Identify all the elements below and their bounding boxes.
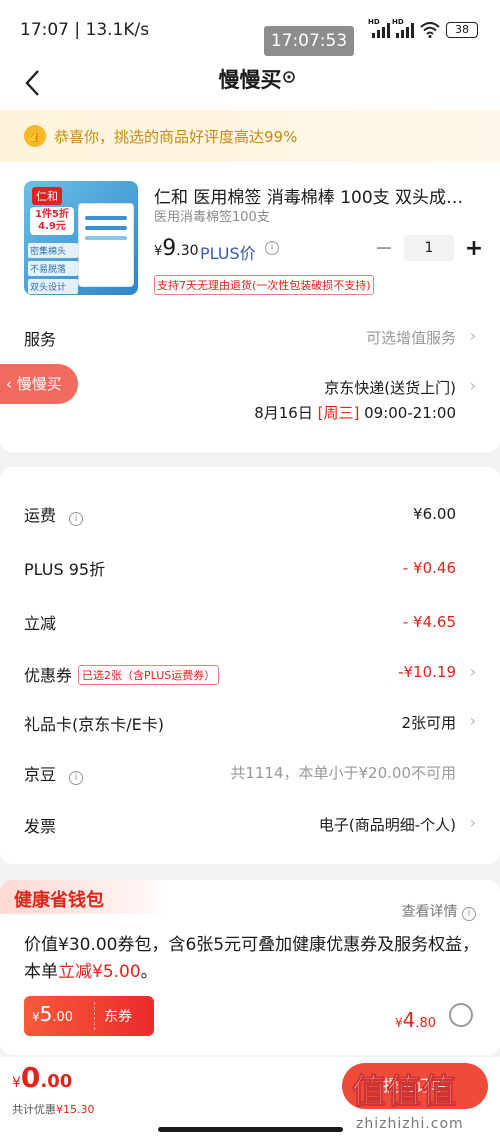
signal-icon: HD xyxy=(368,18,390,38)
order-total: ¥0.00 xyxy=(12,1061,73,1094)
coupon-tag: 已选2张（含PLUS运费券） xyxy=(78,665,220,685)
plus-discount-value: - ¥0.46 xyxy=(402,559,456,577)
nav-bar: 慢慢买 xyxy=(0,58,500,110)
service-label: 服务 xyxy=(24,330,57,349)
product-image-promo: 1件5折 4.9元 xyxy=(30,207,74,235)
wifi-icon xyxy=(420,22,440,38)
chevron-left-icon: ‹ xyxy=(6,375,12,393)
info-icon[interactable]: i xyxy=(265,241,279,255)
wallet-voucher: ¥5.00 东券 xyxy=(24,996,154,1036)
voucher-label: 东券 xyxy=(104,1009,132,1025)
product-box-graphic xyxy=(78,203,134,287)
wallet-price: ¥4.80 xyxy=(394,1008,436,1032)
battery-icon: 38 xyxy=(446,22,478,38)
product-price: ¥9.30 xyxy=(154,236,199,261)
wallet-detail-link[interactable]: 查看详情 i xyxy=(402,901,476,921)
gift-card-value[interactable]: 2张可用 xyxy=(401,712,456,733)
invoice-label: 发票 xyxy=(24,817,57,836)
quantity-stepper: − 1 + xyxy=(372,235,486,261)
jingdou-value: 共1114，本单小于¥20.00不可用 xyxy=(230,764,456,782)
plus-price-label: PLUS价 xyxy=(200,244,256,263)
product-name[interactable]: 仁和 医用棉签 消毒棉棒 100支 双头成人… xyxy=(154,183,474,208)
floating-manmanmai-tab[interactable]: ‹ 慢慢买 xyxy=(0,364,78,404)
service-value[interactable]: 可选增值服务 xyxy=(366,327,456,348)
chevron-right-icon[interactable]: › xyxy=(470,662,476,681)
wallet-description: 价值¥30.00券包，含6张5元可叠加健康优惠券及服务权益，本单立减¥5.00。 xyxy=(24,935,480,982)
info-icon: i xyxy=(462,907,476,921)
info-icon[interactable]: i xyxy=(69,512,84,526)
product-image-tags: 密集棉头 不易脱落 双头设计 xyxy=(28,243,78,295)
instant-cut-value: - ¥4.65 xyxy=(402,613,456,631)
invoice-value[interactable]: 电子(商品明细-个人) xyxy=(319,814,456,835)
coupon-value[interactable]: -¥10.19 xyxy=(398,663,456,681)
decrement-button[interactable]: − xyxy=(372,236,396,261)
return-policy-tag: 支持7天无理由退货(一次性包装破损不支持) xyxy=(154,275,374,295)
product-image-brand: 仁和 xyxy=(32,187,62,205)
chevron-right-icon[interactable]: › xyxy=(470,376,476,395)
chevron-right-icon[interactable]: › xyxy=(470,711,476,730)
delivery-time[interactable]: 8月16日 [周三] 09:00-21:00 xyxy=(254,402,456,423)
shipping-label: 运费 i xyxy=(24,502,84,526)
rating-banner: 👍 恭喜你，挑选的商品好评度高达99% xyxy=(0,110,500,162)
wallet-select-radio[interactable] xyxy=(449,1003,473,1027)
thumbs-up-icon: 👍 xyxy=(24,125,46,147)
watermark-logo: 值值值 xyxy=(352,1072,457,1113)
delivery-value[interactable]: 京东快递(送货上门) xyxy=(324,377,456,398)
fee-card: 运费 i ¥6.00 PLUS 95折 - ¥0.46 立减 - ¥4.65 优… xyxy=(0,467,500,864)
home-indicator[interactable] xyxy=(158,1127,343,1132)
product-spec: 医用消毒棉签100支 xyxy=(154,210,270,225)
increment-button[interactable]: + xyxy=(462,236,486,261)
clock-overlay: 17:07:53 xyxy=(264,26,354,56)
product-image[interactable]: 仁和 1件5折 4.9元 密集棉头 不易脱落 双头设计 xyxy=(24,181,138,295)
gift-card-label: 礼品卡(京东卡/E卡) xyxy=(24,715,164,734)
coupon-label[interactable]: 优惠券 已选2张（含PLUS运费券） xyxy=(24,662,220,686)
status-time-speed: 17:07 | 13.1K/s xyxy=(20,20,150,40)
total-saved: 共计优惠¥15.30 xyxy=(12,1103,95,1116)
rating-banner-text: 恭喜你，挑选的商品好评度高达99% xyxy=(54,127,298,146)
status-bar: 17:07 | 13.1K/s 17:07:53 HD HD 38 xyxy=(0,0,500,58)
location-icon[interactable] xyxy=(281,70,297,86)
plus-discount-label: PLUS 95折 xyxy=(24,560,106,579)
shipping-value: ¥6.00 xyxy=(413,505,456,523)
wallet-title: 健康省钱包 xyxy=(14,890,104,911)
health-wallet-card: 健康省钱包 查看详情 i 价值¥30.00券包，含6张5元可叠加健康优惠券及服务… xyxy=(0,880,500,1055)
wallet-header: 健康省钱包 xyxy=(0,880,170,914)
signal-icon: HD xyxy=(392,18,414,38)
info-icon[interactable]: i xyxy=(69,771,84,785)
chevron-right-icon[interactable]: › xyxy=(470,813,476,832)
jingdou-label: 京豆 i xyxy=(24,761,84,785)
product-card: 仁和 1件5折 4.9元 密集棉头 不易脱落 双头设计 仁和 医用棉签 消毒棉棒… xyxy=(0,162,500,452)
floating-tab-label: 慢慢买 xyxy=(16,375,62,393)
chevron-right-icon[interactable]: › xyxy=(470,326,476,345)
instant-cut-label: 立减 xyxy=(24,614,57,633)
quantity-input[interactable]: 1 xyxy=(404,235,454,261)
page-title: 慢慢买 xyxy=(218,68,282,92)
status-icons: HD HD 38 xyxy=(368,18,478,38)
watermark-url: zhizhizhi.com xyxy=(356,1116,464,1132)
